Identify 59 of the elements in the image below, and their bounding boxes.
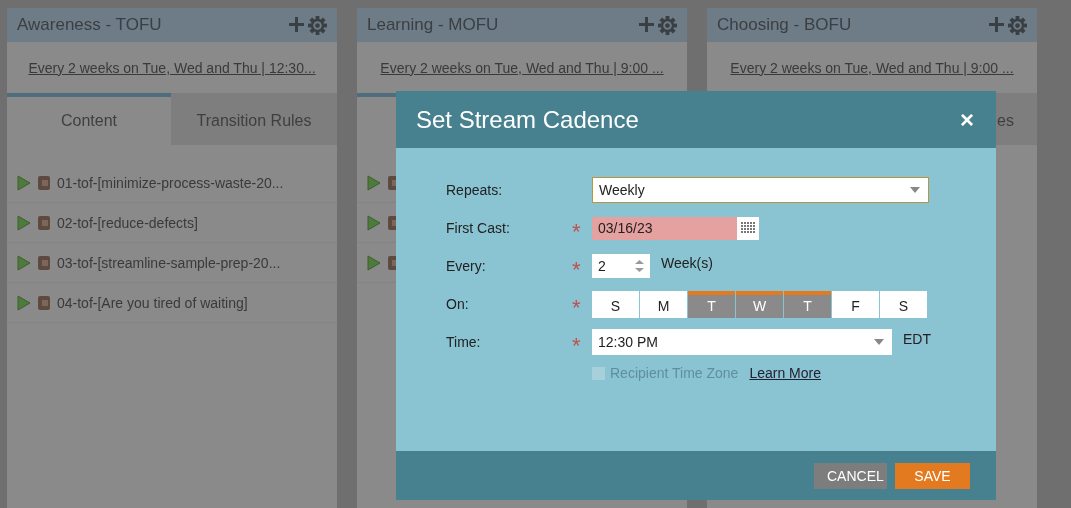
day-toggle[interactable]: F (832, 290, 879, 318)
stream-item[interactable]: 02-tof-[reduce-defects] (57, 214, 198, 231)
time-zone-label: EDT (903, 331, 931, 347)
field-label: Repeats: (446, 182, 504, 198)
stream-item[interactable]: 03-tof-[streamline-sample-prep-20... (57, 254, 281, 271)
spinner-arrows-icon[interactable] (635, 259, 644, 273)
tab[interactable]: Transition Rules (171, 93, 337, 145)
play-icon[interactable] (367, 254, 381, 271)
day-toggle[interactable]: T (688, 290, 735, 318)
settings-icon[interactable] (1008, 15, 1027, 35)
field-label: First Cast: (446, 220, 511, 236)
number-field[interactable]: 2 (592, 254, 650, 278)
column-title: Learning - MOFU (367, 15, 499, 35)
stream-item[interactable]: 04-tof-[Are you tired of waiting] (57, 294, 248, 311)
learn-more-link[interactable]: Learn More (749, 365, 821, 381)
play-icon[interactable] (367, 214, 381, 231)
required-mark: * (572, 218, 582, 245)
required-mark: * (572, 332, 582, 359)
day-toggle[interactable]: M (640, 290, 687, 318)
column-title: Awareness - TOFU (17, 15, 162, 35)
field-label: On: (446, 296, 470, 312)
add-icon[interactable] (288, 15, 305, 33)
repeats-select[interactable]: Weekly (592, 177, 929, 203)
settings-icon[interactable] (658, 15, 677, 35)
required-mark: * (572, 294, 582, 321)
day-toggle[interactable]: S (592, 290, 639, 318)
close-button[interactable]: × (960, 105, 974, 134)
required-mark: * (572, 256, 582, 283)
add-icon[interactable] (638, 15, 655, 33)
calendar-icon[interactable] (737, 216, 759, 240)
column-title: Choosing - BOFU (717, 15, 852, 35)
cadence-link[interactable]: Every 2 weeks on Tue, Wed and Thu | 9:00 ... (730, 59, 1014, 76)
cancel-button[interactable]: CANCEL (814, 462, 887, 489)
document-icon (37, 294, 51, 311)
day-toggle[interactable]: T (784, 290, 831, 318)
day-toggle[interactable]: W (736, 290, 783, 318)
play-icon[interactable] (17, 294, 31, 311)
document-icon (37, 214, 51, 231)
cadence-link[interactable]: Every 2 weeks on Tue, Wed and Thu | 12:30... (28, 59, 316, 76)
stream-item[interactable]: 01-tof-[minimize-process-waste-20... (57, 174, 284, 191)
day-toggle[interactable]: S (880, 290, 927, 318)
document-icon (37, 254, 51, 271)
play-icon[interactable] (17, 254, 31, 271)
save-button[interactable]: SAVE (895, 462, 970, 489)
play-icon[interactable] (367, 174, 381, 191)
dropdown-caret-icon[interactable] (910, 187, 920, 193)
dialog-title: Set Stream Cadence (416, 105, 639, 134)
time-select[interactable]: 12:30 PM (592, 329, 892, 355)
add-icon[interactable] (988, 15, 1005, 33)
unit-label: Week(s) (661, 255, 713, 271)
date-field[interactable]: 03/16/23 (592, 216, 737, 240)
document-icon (37, 174, 51, 191)
field-label: Every: (446, 258, 487, 274)
field-label: Time: (446, 334, 482, 350)
play-icon[interactable] (17, 214, 31, 231)
dropdown-caret-icon[interactable] (874, 339, 884, 345)
cadence-link[interactable]: Every 2 weeks on Tue, Wed and Thu | 9:00 ... (380, 59, 664, 76)
play-icon[interactable] (17, 174, 31, 191)
settings-icon[interactable] (308, 15, 327, 35)
